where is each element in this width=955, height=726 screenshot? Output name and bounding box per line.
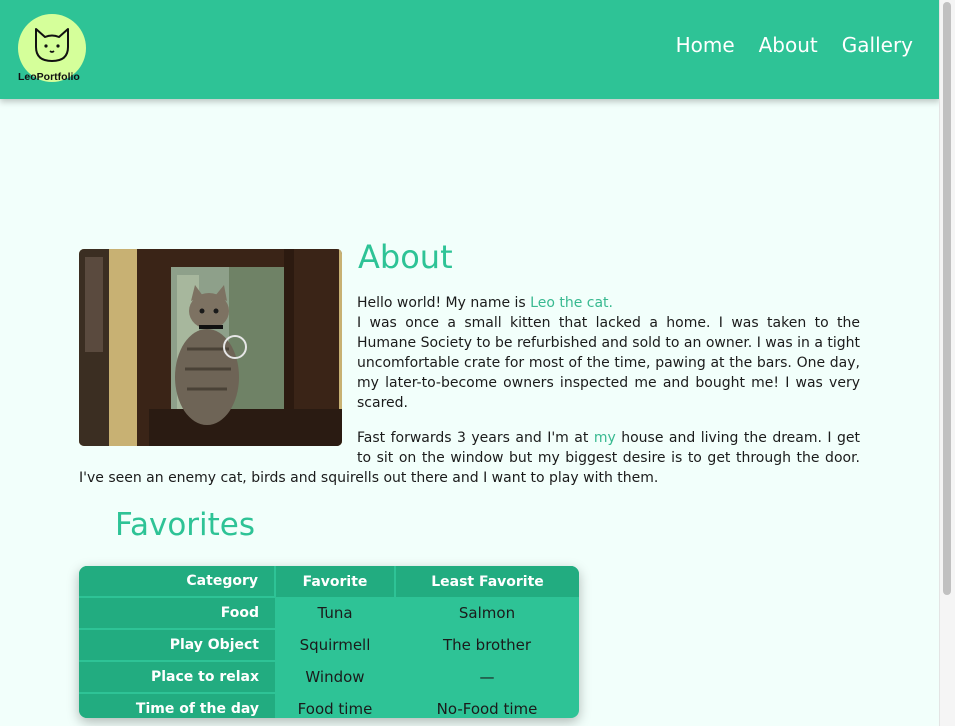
row-favorite: Food time: [297, 699, 373, 718]
about-intro: Hello world! My name is: [357, 295, 531, 311]
table-header-row: Category Favorite Least Favorite: [79, 566, 579, 597]
cat-photo-image: [79, 249, 342, 446]
row-favorite: Squirmell: [299, 636, 371, 654]
header-least-favorite: Least Favorite: [394, 566, 579, 597]
table-row: Play Object Squirmell The brother: [79, 628, 579, 661]
about-title: About: [358, 238, 453, 276]
row-category: Time of the day: [79, 692, 275, 718]
text-wrap-spacer: [79, 428, 357, 460]
table-row: Food Tuna Salmon: [79, 596, 579, 629]
logo-text: LeoPortfolio: [18, 71, 80, 83]
nav-home[interactable]: Home: [676, 33, 735, 57]
logo[interactable]: LeoPortfolio: [18, 14, 88, 84]
row-least-favorite: The brother: [443, 636, 531, 654]
row-favorite: Window: [305, 668, 365, 686]
site-header: LeoPortfolio Home About Gallery: [0, 0, 940, 99]
leo-link[interactable]: Leo the cat.: [530, 295, 613, 311]
row-least-favorite: Salmon: [458, 604, 516, 622]
row-category: Play Object: [79, 628, 275, 661]
my-house-link[interactable]: my: [594, 430, 616, 446]
header-category: Category: [79, 566, 275, 597]
favorites-title: Favorites: [115, 507, 256, 543]
cat-logo-icon: [35, 28, 69, 62]
row-least-favorite: No-Food time: [436, 699, 538, 718]
row-category: Place to relax: [79, 660, 275, 693]
row-category: Food: [79, 596, 275, 629]
favorites-table: Category Favorite Least Favorite Food Tu…: [79, 566, 579, 718]
about-paragraph-1: Hello world! My name is Leo the cat. I w…: [357, 293, 860, 413]
p2-before: Fast forwards 3 years and I'm at: [357, 430, 594, 446]
cat-photo: [79, 249, 342, 446]
header-favorite: Favorite: [274, 566, 395, 597]
table-row: Time of the day Food time No-Food time: [79, 692, 579, 718]
nav-gallery[interactable]: Gallery: [842, 33, 913, 57]
row-least-favorite: —: [479, 668, 495, 686]
table-row: Place to relax Window —: [79, 660, 579, 693]
about-story: I was once a small kitten that lacked a …: [357, 315, 860, 411]
main-nav: Home About Gallery: [676, 33, 913, 57]
about-paragraph-2: Fast forwards 3 years and I'm at my hous…: [79, 428, 860, 488]
row-favorite: Tuna: [317, 604, 353, 622]
vertical-scrollbar[interactable]: [939, 0, 955, 726]
nav-about[interactable]: About: [759, 33, 818, 57]
scrollbar-thumb[interactable]: [943, 2, 951, 595]
